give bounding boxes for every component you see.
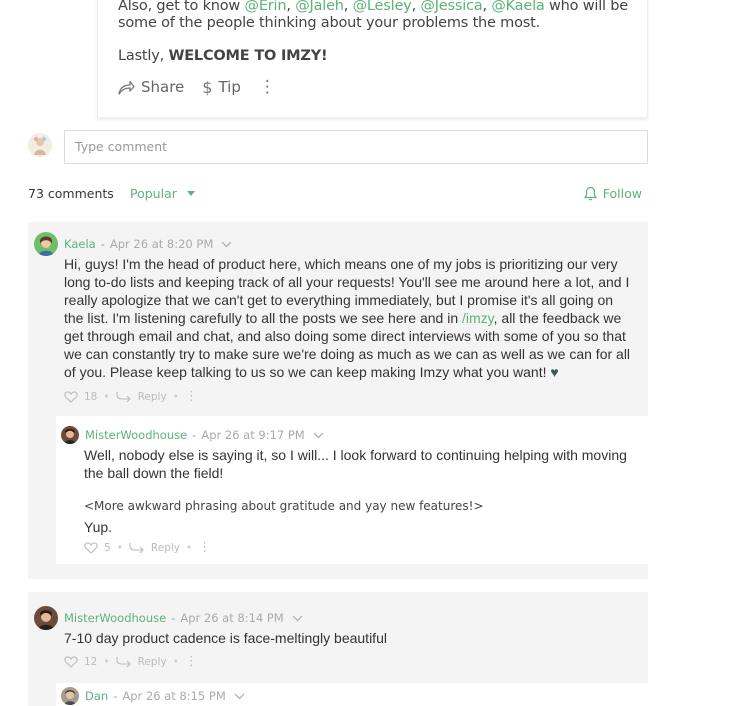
reply-button[interactable]: Reply bbox=[116, 656, 167, 668]
comment-author[interactable]: MisterWoodhouse bbox=[64, 611, 166, 625]
share-icon bbox=[118, 80, 135, 95]
chevron-down-icon[interactable] bbox=[313, 432, 324, 439]
more-vertical-icon: ⋮ bbox=[258, 77, 276, 97]
reply-button[interactable]: Reply bbox=[116, 391, 167, 403]
welcome-text: WELCOME TO IMZY! bbox=[168, 48, 328, 64]
sort-dropdown[interactable]: Popular bbox=[130, 186, 195, 201]
chevron-down-icon[interactable] bbox=[221, 241, 232, 248]
comment-count: 73 comments bbox=[28, 186, 114, 201]
heart-emoji-icon: ♥ bbox=[550, 364, 559, 380]
chevron-down-icon[interactable] bbox=[234, 693, 245, 700]
comment-thread: Kaela - Apr 26 at 8:20 PM Hi, guys! I'm … bbox=[28, 222, 648, 579]
post-card: Also, get to know @Erin, @Jaleh, @Lesley… bbox=[97, 0, 648, 118]
avatar[interactable] bbox=[61, 687, 79, 705]
heart-icon bbox=[64, 655, 78, 668]
community-link[interactable]: /imzy bbox=[462, 310, 494, 326]
reply-arrow-icon bbox=[129, 542, 144, 553]
more-vertical-icon: ⋮ bbox=[184, 654, 198, 669]
comment-thread: MisterWoodhouse - Apr 26 at 8:14 PM 7-10… bbox=[28, 592, 648, 706]
post-more-button[interactable]: ⋮ bbox=[259, 77, 276, 97]
more-vertical-icon: ⋮ bbox=[198, 540, 212, 555]
tip-button[interactable]: $ Tip bbox=[202, 78, 241, 97]
comment-body: Well, nobody else is saying it, so I wil… bbox=[84, 447, 627, 535]
heart-icon bbox=[64, 390, 78, 403]
like-count: 12 bbox=[84, 655, 98, 668]
comment-timestamp[interactable]: Apr 26 at 8:14 PM bbox=[180, 611, 283, 625]
dollar-icon: $ bbox=[202, 77, 213, 97]
reply-arrow-icon bbox=[116, 656, 131, 667]
avatar[interactable] bbox=[34, 606, 58, 630]
current-user-avatar bbox=[28, 133, 52, 157]
comment-timestamp[interactable]: Apr 26 at 8:20 PM bbox=[110, 237, 213, 251]
more-vertical-icon: ⋮ bbox=[184, 389, 198, 404]
like-button[interactable]: 5 bbox=[84, 542, 111, 554]
post-line-2: some of the people thinking about your p… bbox=[118, 15, 541, 31]
mention-jaleh[interactable]: @Jaleh bbox=[295, 0, 344, 14]
like-count: 18 bbox=[84, 390, 98, 403]
mention-lesley[interactable]: @Lesley bbox=[353, 0, 412, 14]
mention-jessica[interactable]: @Jessica bbox=[420, 0, 482, 14]
comment-header: MisterWoodhouse - Apr 26 at 9:17 PM bbox=[61, 426, 324, 444]
comment-more-button[interactable]: ⋮ bbox=[185, 389, 198, 404]
post-actions: Share $ Tip ⋮ bbox=[118, 77, 294, 97]
comment-actions: 5 • Reply • ⋮ bbox=[84, 540, 211, 555]
heart-icon bbox=[84, 541, 98, 554]
comment-more-button[interactable]: ⋮ bbox=[198, 540, 211, 555]
comment-author[interactable]: Dan bbox=[85, 689, 108, 703]
comment-more-button[interactable]: ⋮ bbox=[185, 654, 198, 669]
mention-erin[interactable]: @Erin bbox=[245, 0, 287, 14]
chevron-down-icon[interactable] bbox=[292, 615, 303, 622]
like-button[interactable]: 12 bbox=[64, 656, 97, 668]
comments-bar: 73 comments Popular Follow bbox=[28, 186, 648, 202]
reply-button[interactable]: Reply bbox=[129, 542, 180, 554]
post-closing: Lastly, WELCOME TO IMZY! bbox=[118, 48, 328, 64]
comment-input[interactable]: Type comment bbox=[64, 130, 648, 164]
like-button[interactable]: 18 bbox=[64, 391, 97, 403]
comment-header: MisterWoodhouse - Apr 26 at 8:14 PM bbox=[34, 606, 303, 630]
comment-author[interactable]: MisterWoodhouse bbox=[85, 428, 187, 442]
share-button[interactable]: Share bbox=[118, 78, 184, 96]
like-count: 5 bbox=[104, 541, 111, 554]
reply-card: Dan - Apr 26 at 8:15 PM bbox=[56, 683, 648, 706]
bell-icon bbox=[583, 186, 597, 201]
comment-header: Dan - Apr 26 at 8:15 PM bbox=[61, 687, 245, 705]
avatar[interactable] bbox=[34, 232, 58, 256]
reply-card: MisterWoodhouse - Apr 26 at 9:17 PM Well… bbox=[56, 416, 648, 564]
comment-timestamp[interactable]: Apr 26 at 8:15 PM bbox=[122, 689, 225, 703]
comment-actions: 12 • Reply • ⋮ bbox=[64, 654, 198, 669]
mention-kaela[interactable]: @Kaela bbox=[491, 0, 544, 14]
post-line-1: Also, get to know @Erin, @Jaleh, @Lesley… bbox=[118, 0, 629, 14]
caret-down-icon bbox=[186, 191, 195, 196]
comment-actions: 18 • Reply • ⋮ bbox=[64, 389, 198, 404]
comment-box: Type comment bbox=[28, 130, 648, 164]
comment-timestamp[interactable]: Apr 26 at 9:17 PM bbox=[201, 428, 304, 442]
comment-body: Hi, guys! I'm the head of product here, … bbox=[64, 256, 631, 380]
avatar[interactable] bbox=[61, 426, 79, 444]
reply-arrow-icon bbox=[116, 391, 131, 402]
follow-button[interactable]: Follow bbox=[583, 186, 642, 201]
comment-author[interactable]: Kaela bbox=[64, 237, 96, 251]
comment-header: Kaela - Apr 26 at 8:20 PM bbox=[34, 232, 232, 256]
comment-body: 7-10 day product cadence is face-melting… bbox=[64, 630, 387, 646]
